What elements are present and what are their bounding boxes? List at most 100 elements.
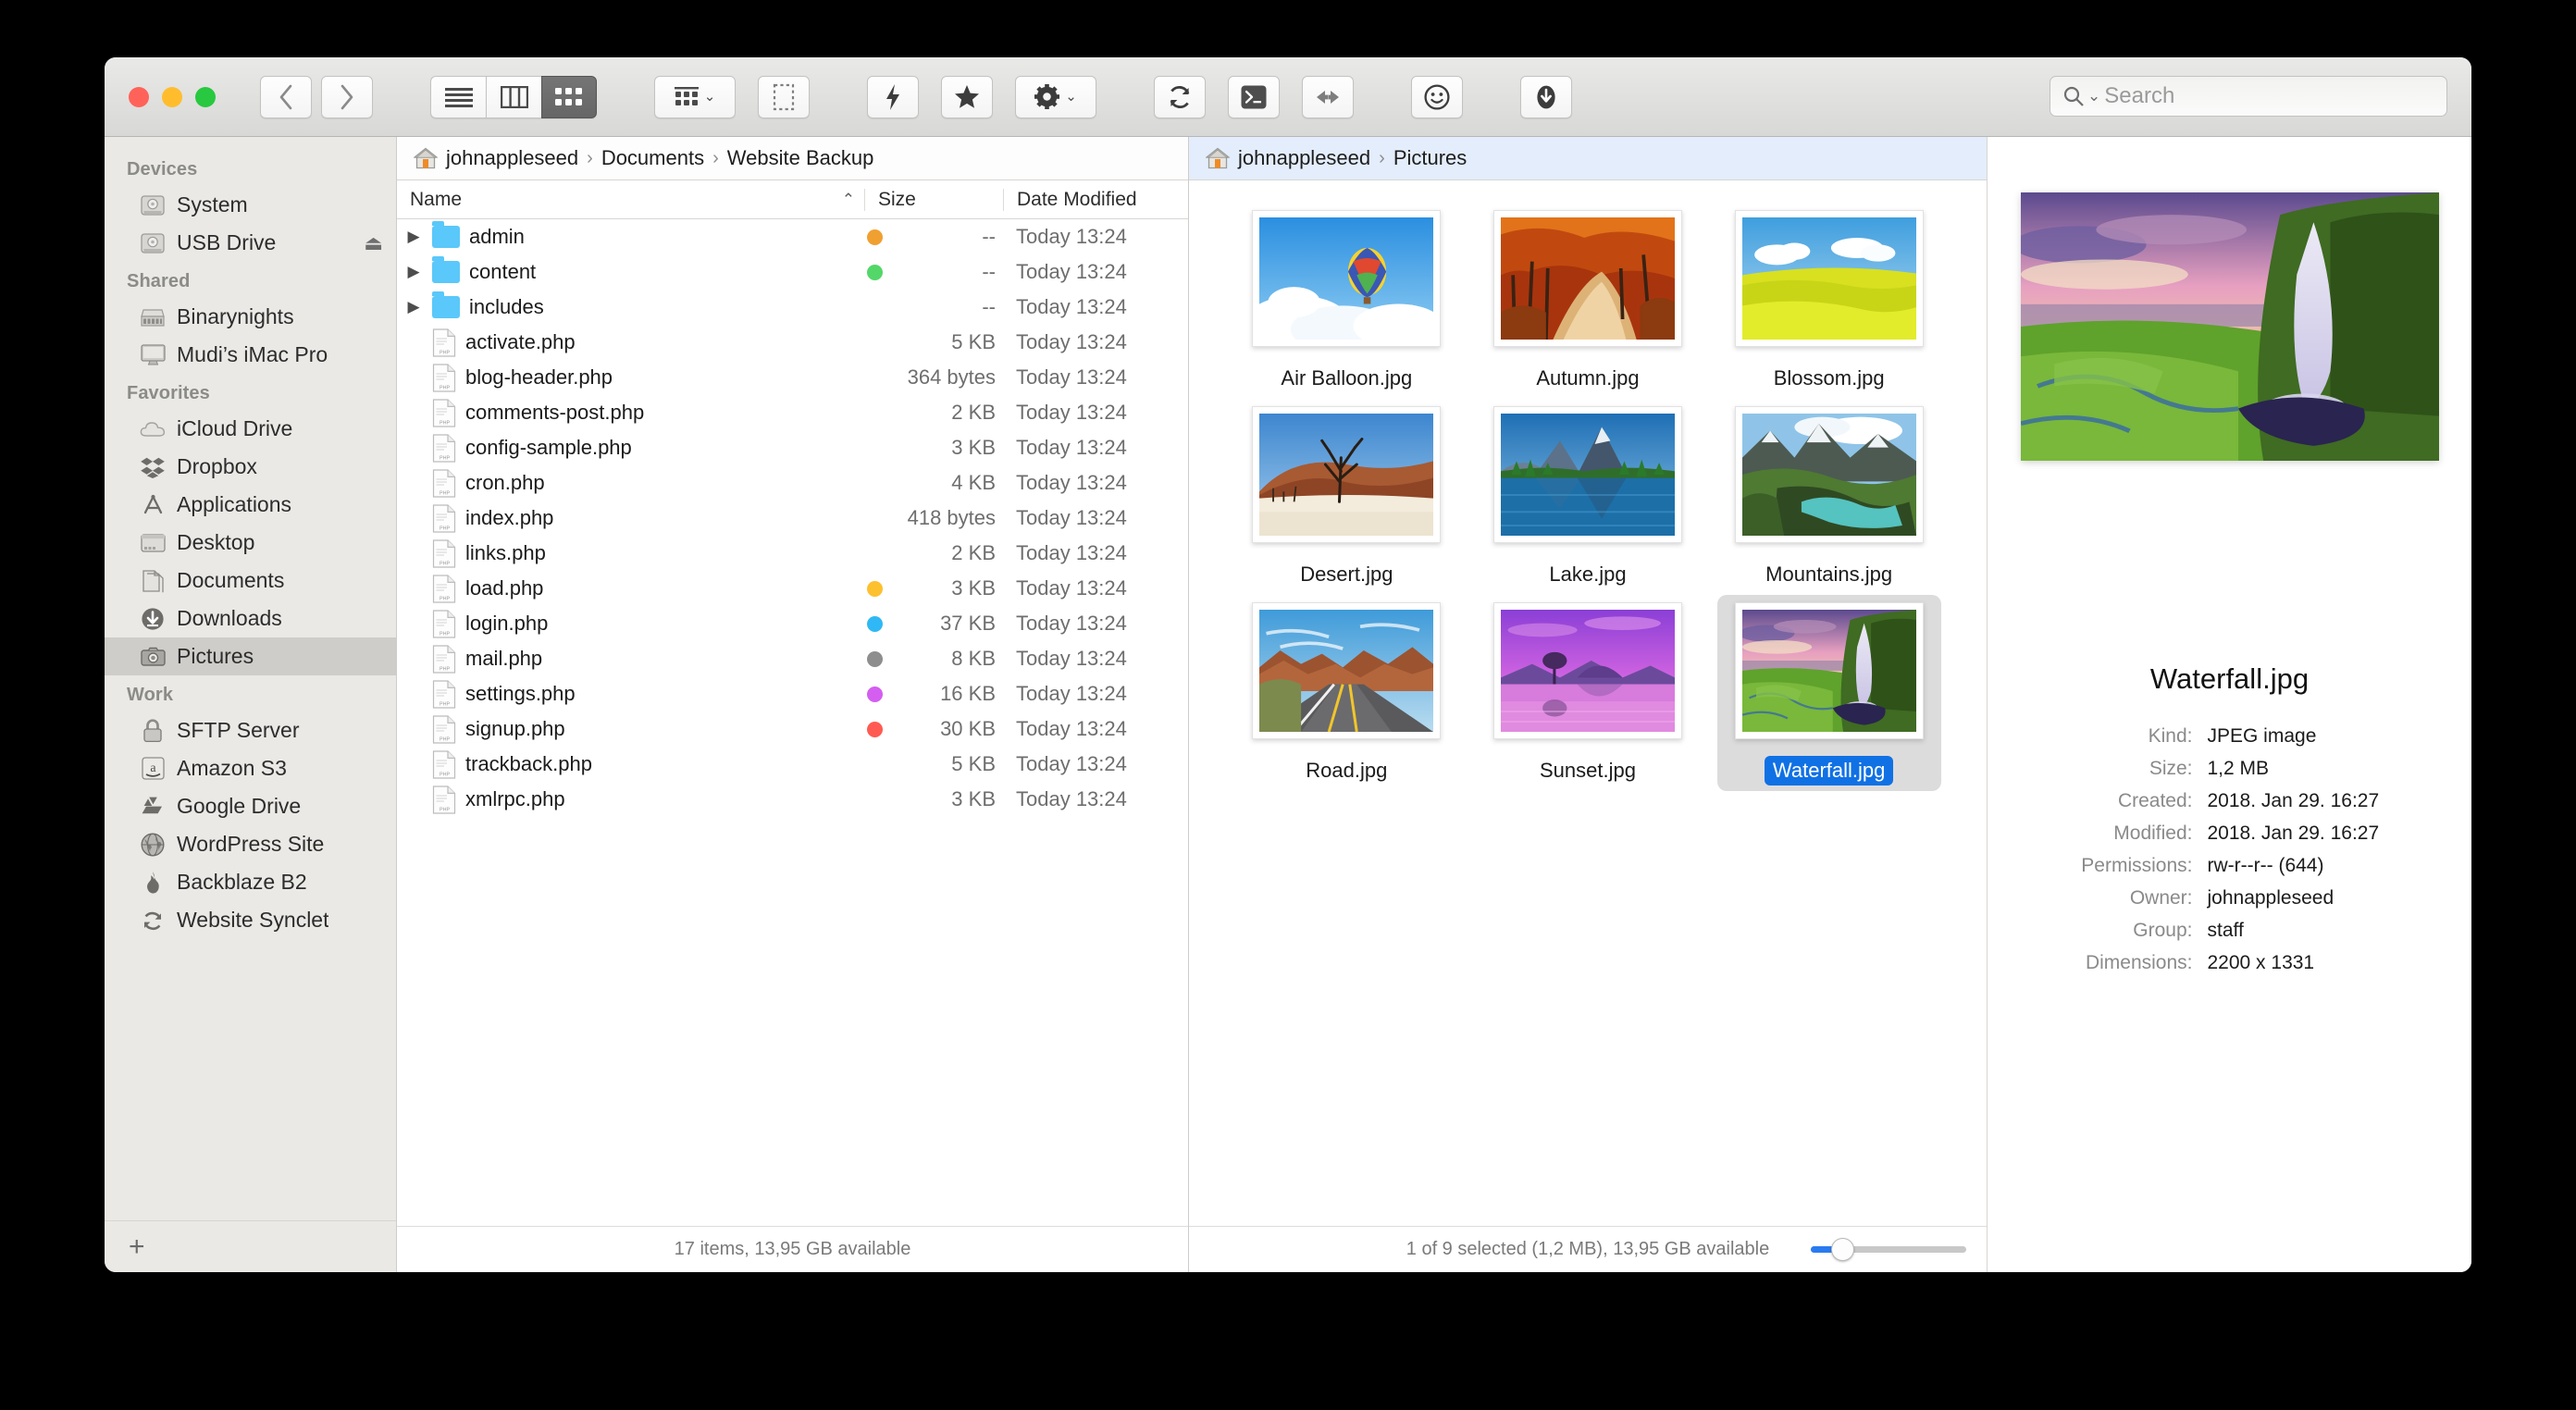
tag-dot-icon: [866, 229, 883, 245]
grid-item[interactable]: Lake.jpg: [1476, 399, 1700, 595]
sidebar-item-sftp-server[interactable]: SFTP Server: [105, 711, 396, 749]
thumbnail-blossom: [1734, 210, 1924, 347]
table-row[interactable]: PHP login.php 37 KB Today 13:24: [397, 606, 1188, 641]
sidebar-item-pictures[interactable]: Pictures: [105, 637, 396, 675]
table-row[interactable]: PHP cron.php 4 KB Today 13:24: [397, 465, 1188, 501]
file-name-cell: PHP index.php: [397, 504, 853, 533]
grid-item[interactable]: Blossom.jpg: [1717, 203, 1941, 399]
icon-size-slider[interactable]: [1811, 1238, 1966, 1261]
table-row[interactable]: ▶ includes -- Today 13:24: [397, 290, 1188, 325]
sidebar-item-documents[interactable]: Documents: [105, 562, 396, 600]
favorites-star-button[interactable]: [941, 75, 993, 118]
breadcrumb-item[interactable]: Documents: [601, 146, 704, 170]
sidebar-item-applications[interactable]: Applications: [105, 486, 396, 524]
table-row[interactable]: PHP links.php 2 KB Today 13:24: [397, 536, 1188, 571]
grid-item-label[interactable]: Air Balloon.jpg: [1272, 364, 1420, 393]
sync-button[interactable]: [1154, 75, 1206, 118]
file-list[interactable]: ▶ admin -- Today 13:24 ▶ content -- Today 13:24…: [397, 219, 1188, 1226]
column-header-date[interactable]: Date Modified: [1003, 188, 1188, 211]
grid-item-label[interactable]: Mountains.jpg: [1757, 560, 1901, 589]
breadcrumb-item[interactable]: johnappleseed: [1238, 146, 1370, 170]
close-button[interactable]: [129, 86, 149, 107]
sidebar-scroll[interactable]: Devices System USB Drive ⏏ Shared Binarynight…: [105, 137, 396, 1220]
table-row[interactable]: ▶ admin -- Today 13:24: [397, 219, 1188, 254]
table-row[interactable]: PHP comments-post.php 2 KB Today 13:24: [397, 395, 1188, 430]
grid-item-label[interactable]: Blossom.jpg: [1765, 364, 1893, 393]
sidebar-item-icloud-drive[interactable]: iCloud Drive: [105, 410, 396, 448]
table-row[interactable]: PHP load.php 3 KB Today 13:24: [397, 571, 1188, 606]
back-button[interactable]: [260, 75, 312, 118]
grid-item-label[interactable]: Road.jpg: [1297, 756, 1395, 785]
table-row[interactable]: ▶ content -- Today 13:24: [397, 254, 1188, 290]
list-view-button[interactable]: [430, 75, 486, 118]
file-size: 2 KB: [951, 541, 996, 564]
minimize-button[interactable]: [162, 86, 182, 107]
grid-item[interactable]: Sunset.jpg: [1476, 595, 1700, 791]
grid-item[interactable]: Waterfall.jpg: [1716, 595, 1941, 791]
column-view-button[interactable]: [486, 75, 541, 118]
icon-view-button[interactable]: [541, 75, 597, 118]
slider-knob[interactable]: [1831, 1238, 1854, 1261]
select-button[interactable]: [758, 75, 810, 118]
smiley-button[interactable]: [1411, 75, 1463, 118]
table-row[interactable]: PHP trackback.php 5 KB Today 13:24: [397, 747, 1188, 782]
forward-button[interactable]: [321, 75, 373, 118]
sidebar-item-backblaze-b2[interactable]: Backblaze B2: [105, 863, 396, 901]
column-header-name[interactable]: Name ⌃: [397, 189, 864, 211]
sidebar-item-usb-drive[interactable]: USB Drive ⏏: [105, 224, 396, 262]
breadcrumb-item[interactable]: johnappleseed: [446, 146, 578, 170]
grid-item[interactable]: Desert.jpg: [1234, 399, 1458, 595]
sidebar-item-amazon-s3[interactable]: a Amazon S3: [105, 749, 396, 787]
arrange-button[interactable]: ⌄: [654, 75, 736, 118]
eject-icon[interactable]: ⏏: [364, 231, 383, 255]
sidebar-item-binarynights[interactable]: Binarynights: [105, 298, 396, 336]
grid-item[interactable]: Air Balloon.jpg: [1234, 203, 1458, 399]
table-row[interactable]: PHP activate.php 5 KB Today 13:24: [397, 325, 1188, 360]
window-toolbar: ⌄ ⌄ ⌄ Search: [105, 57, 2471, 137]
grid-item-label[interactable]: Desert.jpg: [1292, 560, 1401, 589]
sidebar-item-dropbox[interactable]: Dropbox: [105, 448, 396, 486]
quick-action-button[interactable]: [867, 75, 919, 118]
right-breadcrumb[interactable]: johnappleseed › Pictures: [1189, 137, 1987, 180]
grid-item[interactable]: Autumn.jpg: [1476, 203, 1700, 399]
table-row[interactable]: PHP signup.php 30 KB Today 13:24: [397, 711, 1188, 747]
table-row[interactable]: PHP index.php 418 bytes Today 13:24: [397, 501, 1188, 536]
grid-item-label[interactable]: Sunset.jpg: [1531, 756, 1644, 785]
svg-text:PHP: PHP: [440, 737, 450, 743]
file-name: xmlrpc.php: [465, 787, 565, 810]
disclosure-triangle-icon[interactable]: ▶: [404, 298, 423, 316]
maximize-button[interactable]: [195, 86, 216, 107]
disclosure-triangle-icon[interactable]: ▶: [404, 263, 423, 281]
sidebar-item-google-drive[interactable]: Google Drive: [105, 787, 396, 825]
search-caret-icon[interactable]: ⌄: [2087, 87, 2100, 105]
table-row[interactable]: PHP xmlrpc.php 3 KB Today 13:24: [397, 782, 1188, 817]
grid-item-label[interactable]: Waterfall.jpg: [1764, 756, 1894, 785]
table-row[interactable]: PHP config-sample.php 3 KB Today 13:24: [397, 430, 1188, 465]
sidebar-item-mudi-s-imac-pro[interactable]: Mudi’s iMac Pro: [105, 336, 396, 374]
download-button[interactable]: [1520, 75, 1572, 118]
terminal-button[interactable]: [1228, 75, 1280, 118]
left-breadcrumb[interactable]: johnappleseed › Documents › Website Backup: [397, 137, 1188, 180]
grid-item-label[interactable]: Autumn.jpg: [1528, 364, 1647, 393]
disclosure-triangle-icon[interactable]: ▶: [404, 228, 423, 246]
sidebar-item-downloads[interactable]: Downloads: [105, 600, 396, 637]
sidebar-item-system[interactable]: System: [105, 186, 396, 224]
column-header-size[interactable]: Size: [864, 188, 1003, 211]
sidebar-item-wordpress-site[interactable]: WordPress Site: [105, 825, 396, 863]
add-favorite-button[interactable]: +: [129, 1231, 145, 1263]
grid-item[interactable]: Road.jpg: [1234, 595, 1458, 791]
sidebar-item-desktop[interactable]: Desktop: [105, 524, 396, 562]
grid-item-label[interactable]: Lake.jpg: [1541, 560, 1634, 589]
google-drive-icon: [140, 795, 166, 819]
sidebar-item-website-synclet[interactable]: Website Synclet: [105, 901, 396, 939]
table-row[interactable]: PHP settings.php 16 KB Today 13:24: [397, 676, 1188, 711]
table-row[interactable]: PHP mail.php 8 KB Today 13:24: [397, 641, 1188, 676]
icon-grid[interactable]: Air Balloon.jpg Autumn.jpg Blossom.jpg Dese…: [1189, 180, 1987, 1226]
search-input[interactable]: ⌄ Search: [2050, 76, 2447, 117]
grid-item[interactable]: Mountains.jpg: [1717, 399, 1941, 595]
breadcrumb-item[interactable]: Pictures: [1393, 146, 1467, 170]
settings-gear-button[interactable]: ⌄: [1015, 75, 1096, 118]
breadcrumb-item[interactable]: Website Backup: [727, 146, 874, 170]
table-row[interactable]: PHP blog-header.php 364 bytes Today 13:24: [397, 360, 1188, 395]
merge-panes-button[interactable]: [1302, 75, 1354, 118]
